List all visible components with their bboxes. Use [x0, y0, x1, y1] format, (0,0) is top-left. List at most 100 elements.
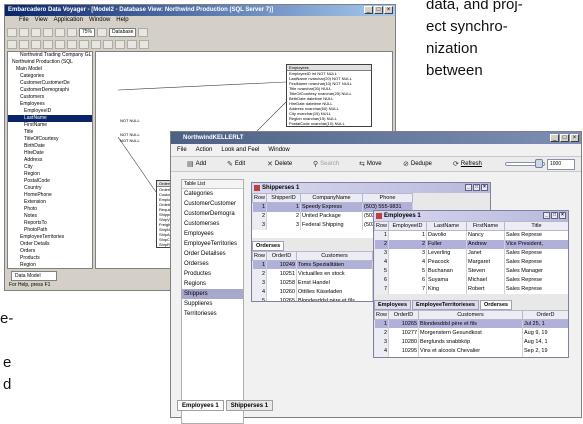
- text-icon[interactable]: [67, 39, 77, 49]
- table-row[interactable]: 2 2 Fuller Andrew Vice President,: [374, 239, 568, 249]
- employees-grid[interactable]: Row EmployeeID LastName FirstName Title 1 1 Da…: [374, 221, 568, 294]
- table-row[interactable]: 6 6 Suyama Michael Sales Represe: [374, 275, 568, 285]
- tree-item[interactable]: Products: [8, 255, 92, 262]
- new-icon[interactable]: [7, 27, 17, 37]
- view-icon[interactable]: [31, 39, 41, 49]
- pointer-icon[interactable]: [7, 39, 17, 49]
- tree-item[interactable]: Northwind Trading Company GL: [8, 52, 92, 59]
- menu-action[interactable]: Action: [196, 145, 213, 156]
- column-header[interactable]: Row: [252, 193, 267, 203]
- note-icon[interactable]: [55, 39, 65, 49]
- table-row[interactable]: 510300Magazzini Alimentari RiunitiSep 9,…: [374, 355, 568, 357]
- table-list-item[interactable]: Productes: [182, 269, 243, 279]
- table-list-item[interactable]: EmployeeTerritories: [182, 239, 243, 249]
- save-icon[interactable]: [31, 27, 41, 37]
- tree-item[interactable]: BirthDate: [8, 143, 92, 150]
- column-header[interactable]: LastName: [426, 221, 467, 231]
- tree-item[interactable]: TitleOfCourtesy: [8, 136, 92, 143]
- delete-button[interactable]: ✕ Delete: [267, 159, 292, 170]
- table-row[interactable]: 4 4 Peacock Margaret Sales Represe: [374, 257, 568, 267]
- tree-item[interactable]: EmployeeTerritories: [8, 234, 92, 241]
- employees-frame[interactable]: Employees 1 _ □ × Row EmployeeID LastName F…: [373, 210, 569, 358]
- link-icon[interactable]: [139, 39, 149, 49]
- table-row[interactable]: 1 1 Davolio Nancy Sales Represe: [374, 230, 568, 240]
- table-list-item[interactable]: CustomerCustomer: [182, 199, 243, 209]
- table-list-item[interactable]: Order Detailses: [182, 249, 243, 259]
- table-list-item[interactable]: Shippers: [182, 289, 243, 299]
- close-icon[interactable]: ×: [384, 6, 393, 14]
- menu-file[interactable]: File: [19, 16, 29, 25]
- column-header[interactable]: FirstName: [466, 221, 505, 231]
- column-header[interactable]: Row: [374, 309, 389, 320]
- tab-employees-1[interactable]: Employees 1: [177, 400, 224, 411]
- grid-icon[interactable]: [91, 39, 101, 49]
- tab-data-model[interactable]: Data Model: [11, 271, 57, 281]
- zoom-out-icon[interactable]: [67, 27, 77, 37]
- font-icon[interactable]: [127, 39, 137, 49]
- tree-item[interactable]: LastName: [8, 115, 92, 122]
- dedupe-button[interactable]: ⊘ Dedupe: [403, 159, 432, 170]
- table-row[interactable]: 3 10258 Ernst Handel: [252, 278, 373, 287]
- zoom-slider-handle[interactable]: [535, 159, 543, 168]
- subtab-orderses[interactable]: Orderses: [479, 299, 513, 310]
- align-icon[interactable]: [79, 39, 89, 49]
- relation-icon[interactable]: [43, 39, 53, 49]
- tree-item[interactable]: PostalCode: [8, 178, 92, 185]
- tree-item[interactable]: City: [8, 164, 92, 171]
- subtab-employee-territories[interactable]: EmployeeTerritorieses: [412, 299, 479, 310]
- tree-item[interactable]: HireDate: [8, 150, 92, 157]
- zoom-input[interactable]: 1000: [547, 159, 575, 170]
- column-header[interactable]: Title: [504, 221, 568, 231]
- menu-help[interactable]: Help: [116, 16, 128, 25]
- minimize-icon[interactable]: _: [550, 134, 559, 142]
- menu-window[interactable]: Window: [89, 16, 110, 25]
- column-header[interactable]: OrderD: [522, 309, 568, 320]
- table-list-item[interactable]: Supplieres: [182, 299, 243, 309]
- tree-item[interactable]: Employees: [8, 101, 92, 108]
- table-list-item[interactable]: Customerses: [182, 219, 243, 229]
- column-header[interactable]: Phone: [362, 193, 413, 203]
- search-button[interactable]: ⚲ Search: [313, 159, 339, 170]
- table-list-item[interactable]: Categories: [182, 189, 243, 199]
- close-icon[interactable]: ×: [559, 212, 566, 219]
- tree-item[interactable]: Order Details: [8, 241, 92, 248]
- tree-item[interactable]: Country: [8, 185, 92, 192]
- table-list-item[interactable]: Orderses: [182, 259, 243, 269]
- maximize-icon[interactable]: □: [560, 134, 569, 142]
- minimize-icon[interactable]: _: [364, 6, 373, 14]
- column-header[interactable]: OrderID: [266, 250, 297, 261]
- menu-application[interactable]: Application: [54, 16, 83, 25]
- tree-item[interactable]: Customers: [8, 94, 92, 101]
- refresh-button[interactable]: ⟳ Refresh: [453, 159, 482, 170]
- tree-item[interactable]: Main Model: [8, 66, 92, 73]
- table-row[interactable]: 1 10249 Toms Spezialitäten: [252, 260, 373, 269]
- subtab-employees[interactable]: Employees: [374, 299, 412, 310]
- menu-look-and-feel[interactable]: Look and Feel: [221, 145, 259, 156]
- tree-item[interactable]: Northwind Production (SQL: [8, 59, 92, 66]
- maximize-icon[interactable]: □: [473, 184, 480, 191]
- tree-item[interactable]: Orders: [8, 248, 92, 255]
- menu-view[interactable]: View: [35, 16, 48, 25]
- table-row[interactable]: 5 10265 Blondesddsl père et fils: [252, 296, 373, 301]
- tree-item[interactable]: CustomerDemographi: [8, 87, 92, 94]
- maximize-icon[interactable]: □: [374, 6, 383, 14]
- tree-item[interactable]: Photo: [8, 206, 92, 213]
- edit-button[interactable]: ✎ Edit: [227, 159, 245, 170]
- tree-item[interactable]: Notes: [8, 213, 92, 220]
- database-select[interactable]: Database: [109, 27, 137, 37]
- employees-orders-grid[interactable]: Row OrderID Customers OrderD 1 10265 Blondesd…: [374, 309, 568, 357]
- column-header[interactable]: Customers: [296, 250, 373, 261]
- minimize-icon[interactable]: _: [465, 184, 472, 191]
- menu-file[interactable]: File: [177, 145, 187, 156]
- close-icon[interactable]: ×: [481, 184, 488, 191]
- tree-item[interactable]: Address: [8, 157, 92, 164]
- tree-item[interactable]: Region: [8, 262, 92, 268]
- move-button[interactable]: ⇆ Move: [359, 159, 382, 170]
- table-row[interactable]: 5 5 Buchanan Steven Sales Manager: [374, 266, 568, 276]
- table-row[interactable]: 2 10277 Morgenstern Gesundkost Aug 9, 19: [374, 328, 568, 337]
- tree-item[interactable]: ReportsTo: [8, 220, 92, 227]
- tree-item[interactable]: Title: [8, 129, 92, 136]
- tree-item[interactable]: Extension: [8, 199, 92, 206]
- tree-item[interactable]: CustomerCustomerDe: [8, 80, 92, 87]
- tree-item[interactable]: Categories: [8, 73, 92, 80]
